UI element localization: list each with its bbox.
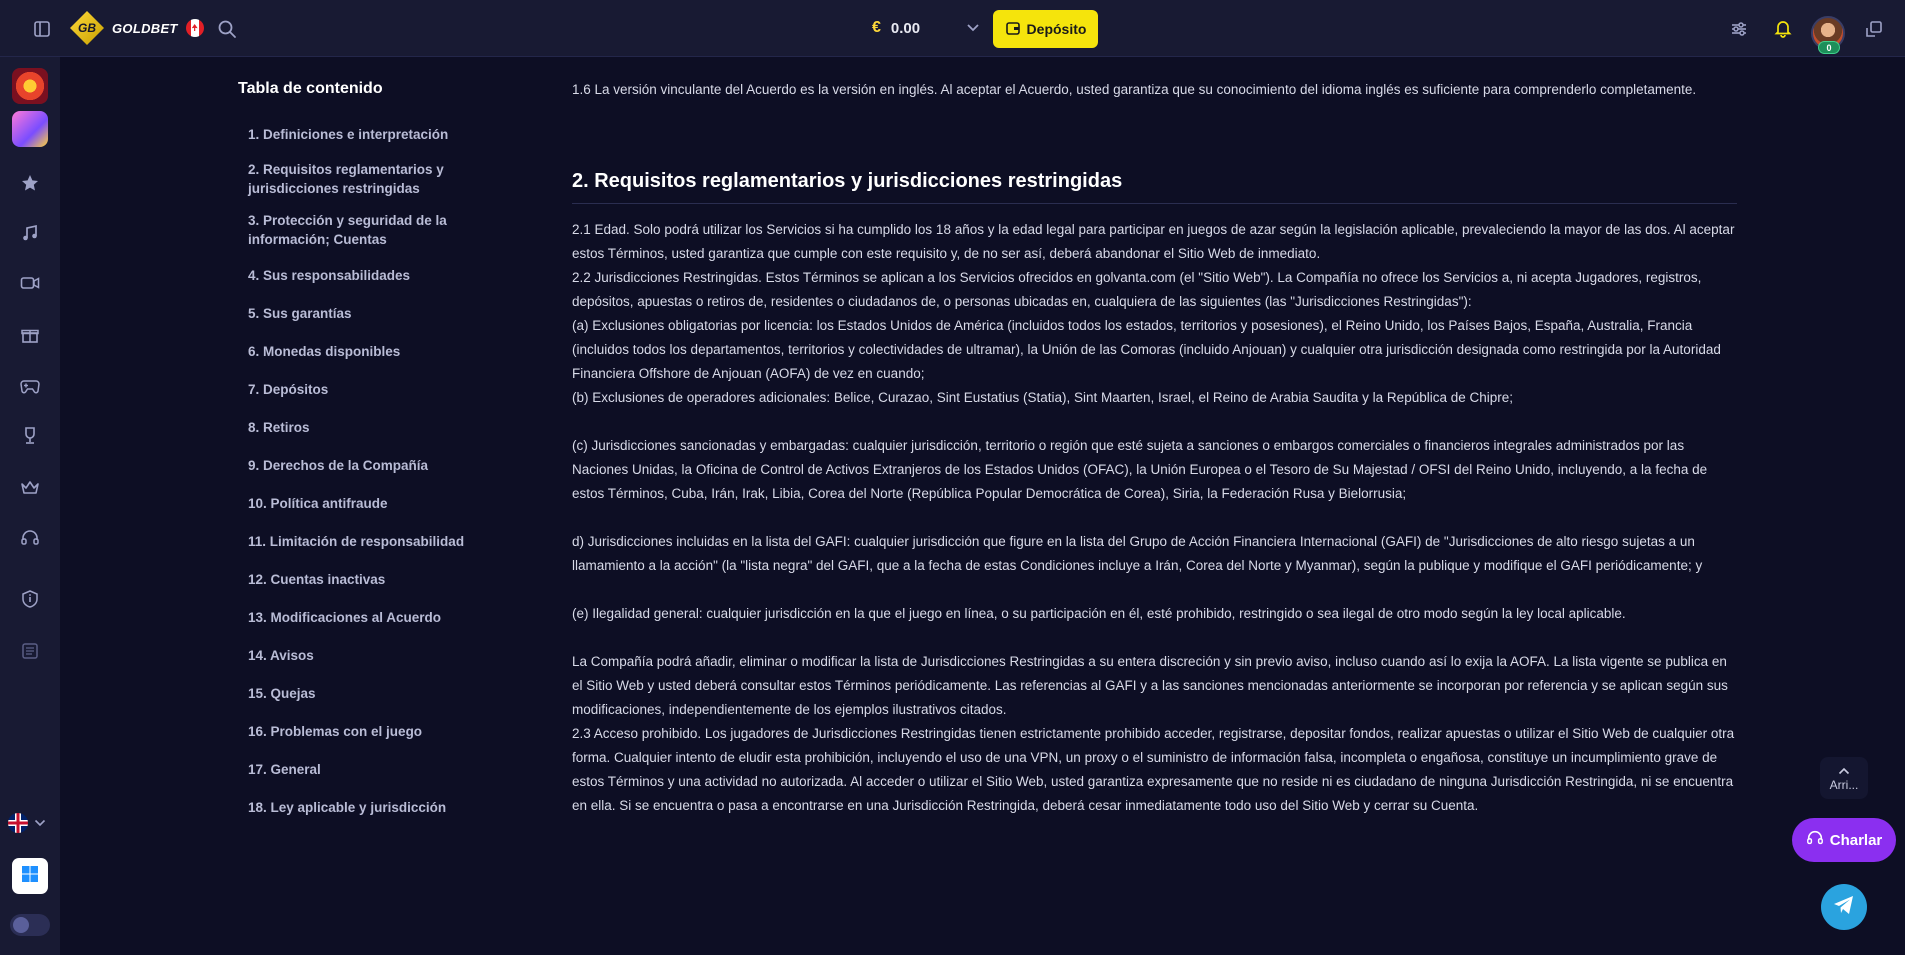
toc-item[interactable]: 16. Problemas con el juego [248,722,488,741]
left-rail [0,57,60,955]
shield-info-icon[interactable] [17,586,43,612]
brand-name: GOLDBET [112,20,178,36]
windows-icon [21,865,39,888]
level-badge: 0 [1818,41,1840,54]
table-of-contents: Tabla de contenido 1. Definiciones e int… [238,80,488,815]
game-thumbnail-2[interactable] [12,111,48,147]
paragraph-restricted-list: La Compañía podrá añadir, eliminar o mod… [572,654,1728,717]
toc-item[interactable]: 10. Política antifraude [248,494,488,513]
bell-icon[interactable] [1770,15,1796,41]
windows-app-button[interactable] [12,858,48,894]
paragraph-c: (c) Jurisdicciones sancionadas y embarga… [572,438,1708,501]
chevron-up-icon [1838,764,1850,778]
toc-item[interactable]: 18. Ley aplicable y jurisdicción [248,798,488,817]
paragraph-2-2: 2.2 Jurisdicciones Restringidas. Estos T… [572,270,1702,309]
uk-flag-icon [8,813,28,833]
paragraph-e: (e) Ilegalidad general: cualquier jurisd… [572,606,1626,621]
toc-item[interactable]: 1. Definiciones e interpretación [248,125,488,144]
video-icon[interactable] [17,270,43,296]
telegram-icon [1832,894,1856,921]
logo-mark: GB [70,11,104,45]
language-selector[interactable] [8,813,46,833]
toc-item[interactable]: 4. Sus responsabilidades [248,266,488,285]
toc-item[interactable]: 3. Protección y seguridad de la informac… [248,211,488,249]
search-icon[interactable] [214,16,240,42]
back-to-top-label: Arri... [1829,778,1859,792]
headset-icon [1806,829,1824,851]
balance-selector[interactable]: € 0.00 [872,14,980,42]
telegram-button[interactable] [1821,884,1867,930]
crown-icon[interactable] [17,475,43,501]
toc-item[interactable]: 12. Cuentas inactivas [248,570,488,589]
paragraph-1-6: 1.6 La versión vinculante del Acuerdo es… [572,82,1697,97]
paragraph-2-1: 2.1 Edad. Solo podrá utilizar los Servic… [572,222,1735,261]
gift-icon[interactable] [17,322,43,348]
toc-item[interactable]: 8. Retiros [248,418,488,437]
chat-label: Charlar [1829,831,1883,849]
chevron-down-icon [34,814,46,832]
paragraph-2-3: 2.3 Acceso prohibido. Los jugadores de J… [572,726,1735,813]
balance-amount: 0.00 [890,19,921,37]
paragraph-d: d) Jurisdicciones incluidas en la lista … [572,534,1703,573]
top-bar: GB GOLDBET € 0.00 Depósito 0 [0,0,1905,57]
section-2-heading: 2. Requisitos reglamentarios y jurisdicc… [572,170,1737,204]
paragraph-a: (a) Exclusiones obligatorias por licenci… [572,318,1721,381]
wallet-icon [1005,20,1021,39]
toc-title: Tabla de contenido [238,80,383,97]
toc-item[interactable]: 9. Derechos de la Compañía [248,456,488,475]
sidebar-toggle-icon[interactable] [29,16,55,42]
headset-icon[interactable] [17,525,43,551]
toc-item[interactable]: 15. Quejas [248,684,488,703]
star-icon[interactable] [17,170,43,196]
chat-button[interactable]: Charlar [1792,818,1896,862]
toc-item[interactable]: 2. Requisitos reglamentarios y jurisdicc… [248,160,488,198]
back-to-top-button[interactable]: Arri... [1820,757,1868,799]
toc-item[interactable]: 17. General [248,760,488,779]
brand-logo[interactable]: GB GOLDBET [70,11,204,45]
toc-item[interactable]: 14. Avisos [248,646,488,665]
toc-item[interactable]: 7. Depósitos [248,380,488,399]
currency-symbol: € [872,19,881,36]
swap-icon[interactable] [1861,16,1887,42]
chevron-down-icon[interactable] [966,20,980,37]
user-avatar-button[interactable]: 0 [1810,10,1846,56]
theme-toggle[interactable] [10,914,50,936]
music-icon[interactable] [17,220,43,246]
theme-toggle-knob [13,917,29,933]
toc-item[interactable]: 5. Sus garantías [248,304,488,323]
game-thumbnail-1[interactable] [12,68,48,104]
paragraph-b: (b) Exclusiones de operadores adicionale… [572,390,1514,405]
document-icon[interactable] [17,638,43,664]
deposit-label: Depósito [1026,21,1087,37]
toc-item[interactable]: 13. Modificaciones al Acuerdo [248,608,488,627]
deposit-button[interactable]: Depósito [993,10,1098,48]
canada-flag-icon [185,19,204,37]
sliders-icon[interactable] [1726,16,1752,42]
toc-item[interactable]: 11. Limitación de responsabilidad [248,532,488,551]
toc-item[interactable]: 6. Monedas disponibles [248,342,488,361]
gamepad-icon[interactable] [17,373,43,399]
trophy-icon[interactable] [17,423,43,449]
